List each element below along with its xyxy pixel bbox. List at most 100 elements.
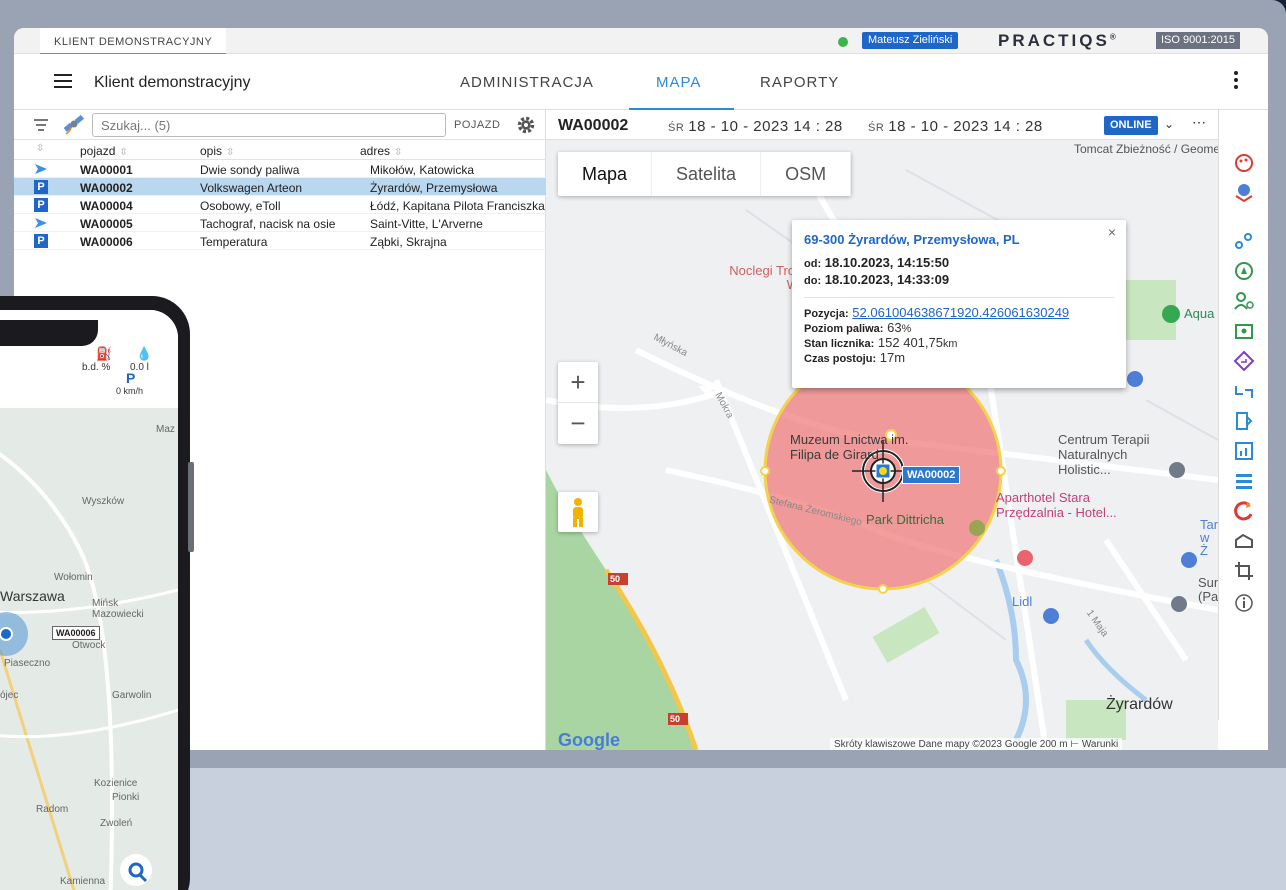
- map-type-mapa[interactable]: Mapa: [558, 152, 653, 196]
- chart-icon[interactable]: [1233, 440, 1255, 462]
- map-label: ójec: [0, 690, 19, 701]
- chevron-down-icon[interactable]: ⌄: [1164, 117, 1174, 131]
- map-type-osm[interactable]: OSM: [761, 152, 852, 196]
- user-settings-icon[interactable]: [1233, 290, 1255, 312]
- google-logo: Google: [558, 730, 620, 750]
- popup-to-label: do:: [804, 275, 822, 287]
- col-pojazd-label: pojazd: [80, 144, 116, 158]
- popup-odometer: Stan licznika: 152 401,75km: [804, 336, 1114, 351]
- vehicle-info-popup: × 69-300 Żyrardów, Przemysłowa, PL od: 1…: [792, 220, 1126, 388]
- zoom-out-button[interactable]: −: [558, 403, 598, 444]
- moving-arrow-icon: [35, 218, 47, 228]
- route-icon[interactable]: [1233, 380, 1255, 402]
- odometer-value: 152 401,75: [877, 335, 943, 350]
- popup-from-value: 18.10.2023, 14:15:50: [824, 255, 950, 270]
- date-from[interactable]: ŚR 18 - 10 - 2023 14 : 28: [668, 118, 843, 135]
- map-label: Zwoleń: [100, 818, 133, 829]
- table-row[interactable]: P WA00006 Temperatura Ząbki, Skrajna: [14, 232, 546, 250]
- route-points-icon[interactable]: [1233, 230, 1255, 252]
- vehicle-address: Żyrardów, Przemysłowa: [370, 181, 498, 195]
- parked-status: P: [126, 370, 136, 386]
- map-label: Radom: [36, 804, 69, 815]
- table-row[interactable]: WA00001 Dwie sondy paliwa Mikołów, Katow…: [14, 160, 546, 178]
- vehicle-address: Łódź, Kapitana Pilota Franciszka: [370, 199, 545, 213]
- crop-icon[interactable]: [1233, 560, 1255, 582]
- table-row[interactable]: P WA00002 Volkswagen Arteon Żyrardów, Pr…: [14, 178, 546, 196]
- vehicle-desc: Tachograf, nacisk na osie: [200, 217, 336, 231]
- area-icon[interactable]: [1233, 530, 1255, 552]
- iso-badge: ISO 9001:2015: [1156, 32, 1241, 49]
- vehicle-address: Mikołów, Katowicka: [370, 163, 475, 177]
- date-to[interactable]: ŚR 18 - 10 - 2023 14 : 28: [868, 118, 1043, 135]
- phone-device: ⛽ 💧 b.d. % 0.0 l P 0 km/h Maz Wyszków ki…: [0, 296, 190, 890]
- filter-label[interactable]: POJAZD: [454, 119, 500, 131]
- vehicle-desc: Osobowy, eToll: [200, 199, 281, 213]
- tab-raporty[interactable]: RAPORTY: [760, 74, 839, 91]
- info-icon[interactable]: [1233, 592, 1255, 614]
- compass-icon[interactable]: [1233, 260, 1255, 282]
- place-label: Aparthotel Stara Przędzalnia - Hotel...: [996, 490, 1117, 520]
- more-horiz-icon[interactable]: ⋯: [1192, 114, 1206, 131]
- tab-mapa[interactable]: MAPA: [656, 74, 701, 91]
- more-vert-icon[interactable]: [1234, 71, 1238, 92]
- road-number: 50: [610, 574, 621, 584]
- table-header: ⇳ pojazd ⇳ opis ⇳ adres ⇳: [14, 140, 546, 160]
- sort-icon[interactable]: ⇳: [36, 143, 44, 154]
- map-label: Piaseczno: [4, 658, 51, 669]
- gear-icon[interactable]: [516, 115, 536, 135]
- direction-sign-icon[interactable]: [1233, 350, 1255, 372]
- hamburger-menu-icon[interactable]: [54, 74, 72, 88]
- date-from-day: ŚR: [668, 122, 685, 134]
- vehicle-address: Ząbki, Skrajna: [370, 235, 447, 249]
- map-label: Wyszków: [82, 496, 125, 507]
- map-attribution[interactable]: Skróty klawiszowe Dane mapy ©2023 Google…: [830, 738, 1123, 750]
- palette-icon[interactable]: [1233, 152, 1255, 174]
- report-icon[interactable]: [1233, 410, 1255, 432]
- satellite-icon[interactable]: [62, 114, 86, 136]
- online-mode-button[interactable]: ONLINE: [1104, 116, 1158, 135]
- user-badge[interactable]: Mateusz Zieliński: [862, 32, 959, 49]
- list-toolbar: POJAZD: [14, 110, 546, 140]
- col-opis[interactable]: opis ⇳: [200, 144, 234, 158]
- map-label: Mińsk Mazowiecki: [92, 598, 144, 620]
- popup-title: 69-300 Żyrardów, Przemysłowa, PL: [804, 232, 1020, 247]
- list-icon[interactable]: [1233, 470, 1255, 492]
- vehicle-id: WA00005: [80, 217, 133, 231]
- map-label: Pionki: [112, 792, 140, 803]
- parked-badge-icon: P: [34, 180, 48, 194]
- vehicle-map-label[interactable]: WA00006: [52, 626, 100, 640]
- zoom-in-button[interactable]: +: [558, 362, 598, 403]
- col-pojazd[interactable]: pojazd ⇳: [80, 144, 128, 158]
- vehicle-desc: Volkswagen Arteon: [200, 181, 303, 195]
- table-row[interactable]: P WA00004 Osobowy, eToll Łódź, Kapitana …: [14, 196, 546, 214]
- search-input[interactable]: [92, 113, 446, 137]
- map-header: WA00002 ŚR 18 - 10 - 2023 14 : 28 ŚR 18 - …: [546, 110, 1218, 140]
- place-label: Tomcat Zbieżność / Geometria: [1074, 142, 1218, 156]
- map-canvas[interactable]: Tomcat Zbieżność / Geometria Noclegi Tro…: [546, 140, 1218, 750]
- right-toolbar: [1218, 110, 1268, 720]
- popup-to: do: 18.10.2023, 14:33:09: [804, 272, 1114, 289]
- close-icon[interactable]: ×: [1108, 224, 1116, 240]
- tab-administracja[interactable]: ADMINISTRACJA: [460, 74, 594, 91]
- vehicle-map-label[interactable]: WA00002: [902, 466, 961, 484]
- client-tab[interactable]: KLIENT DEMONSTRACYJNY: [40, 28, 227, 54]
- position-lon-link[interactable]: 20.426061630249: [964, 305, 1069, 320]
- col-adres[interactable]: adres ⇳: [360, 144, 402, 158]
- road-number: 50: [670, 714, 681, 724]
- logo-text: PRACTIQS: [998, 31, 1110, 50]
- zoom-control: + −: [558, 362, 598, 444]
- id-card-icon[interactable]: [1233, 320, 1255, 342]
- street-view-pegman-icon[interactable]: [558, 492, 598, 532]
- app-window: KLIENT DEMONSTRACYJNY Mateusz Zieliński …: [14, 28, 1268, 750]
- filter-icon[interactable]: [34, 119, 48, 131]
- map-label: Wołomin: [54, 572, 93, 583]
- map-type-satelita[interactable]: Satelita: [652, 152, 762, 196]
- vehicle-id: WA00001: [80, 163, 133, 177]
- layers-badge-icon[interactable]: [1233, 182, 1255, 204]
- vehicle-address: Saint-Vitte, L'Arverne: [370, 217, 483, 231]
- history-icon[interactable]: [1233, 500, 1255, 522]
- place-label: Aqua Ż: [1184, 306, 1218, 321]
- vehicle-desc: Dwie sondy paliwa: [200, 163, 300, 177]
- table-row[interactable]: WA00005 Tachograf, nacisk na osie Saint-…: [14, 214, 546, 232]
- position-lat-link[interactable]: 52.0610046386719: [852, 305, 964, 320]
